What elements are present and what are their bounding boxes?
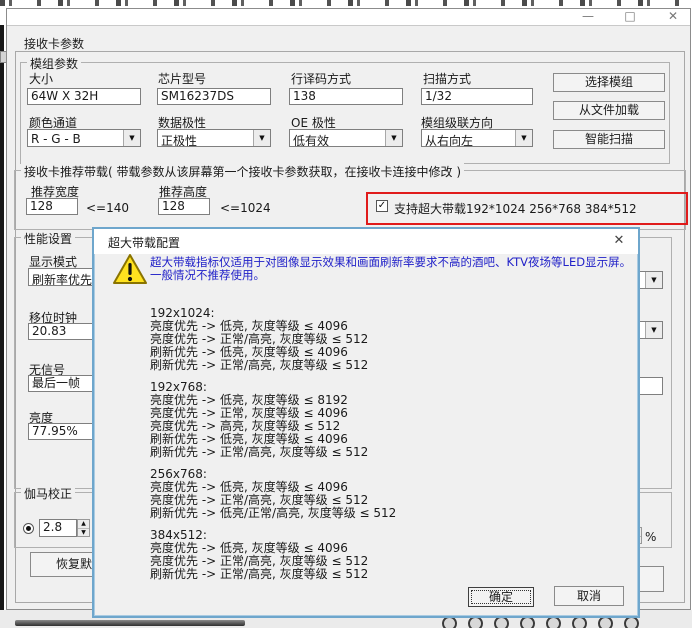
gamma-radio[interactable]	[23, 523, 34, 534]
cancel-button[interactable]: 取消	[554, 586, 624, 606]
size-field[interactable]: 64W X 32H	[27, 88, 141, 105]
no-signal-field[interactable]: 最后一帧	[28, 375, 94, 392]
scan-field[interactable]: 1/32	[421, 88, 533, 105]
scan-label: 扫描方式	[423, 70, 471, 87]
recommend-width-field[interactable]: 128	[26, 198, 78, 215]
spin-down-icon[interactable]: ▼	[78, 529, 89, 537]
chevron-down-icon[interactable]: ▼	[645, 322, 662, 338]
chip-label: 芯片型号	[158, 70, 206, 87]
performance-group-title: 性能设置	[21, 230, 75, 247]
dialog-titlebar: 超大带载配置 ✕	[94, 229, 638, 254]
gamma-group-title: 伽马校正	[21, 485, 75, 502]
data-polarity-combo[interactable]: 正极性 ▼	[157, 129, 271, 147]
row-decode-label: 行译码方式	[291, 70, 351, 87]
chevron-down-icon[interactable]: ▼	[253, 130, 270, 146]
recommend-height-limit: <=1024	[220, 201, 271, 215]
chevron-down-icon[interactable]: ▼	[645, 272, 662, 288]
chevron-down-icon[interactable]: ▼	[385, 130, 402, 146]
color-channel-value: R - G - B	[31, 132, 81, 146]
clipped-top-menu-strip	[0, 0, 692, 6]
chevron-down-icon[interactable]: ▼	[123, 130, 140, 146]
load-config-line: 刷新优先 -> 正常/高亮, 灰度等级 ≤ 512	[150, 568, 620, 581]
oe-polarity-combo[interactable]: 低有效 ▼	[289, 129, 403, 147]
cascade-combo[interactable]: 从右向左 ▼	[421, 129, 533, 147]
brightness-field[interactable]: 77.95%	[28, 423, 94, 440]
recommend-height-field[interactable]: 128	[158, 198, 210, 215]
dialog-title: 超大带载配置	[108, 234, 180, 251]
left-edge-bar	[0, 25, 4, 615]
color-channel-combo[interactable]: R - G - B ▼	[27, 129, 141, 147]
gamma-spinner[interactable]: ▲ ▼	[77, 519, 90, 537]
load-config-sections: 192x1024:亮度优先 -> 低亮, 灰度等级 ≤ 4096亮度优先 -> …	[150, 307, 620, 581]
load-config-line: 刷新优先 -> 正常/高亮, 灰度等级 ≤ 512	[150, 446, 620, 459]
clipped-bottom-smear	[15, 620, 245, 626]
chip-field[interactable]: SM16237DS	[157, 88, 271, 105]
close-icon[interactable]: ✕	[658, 9, 688, 25]
select-module-button[interactable]: 选择模组	[553, 73, 665, 92]
module-params-group: 模组参数 大小 芯片型号 行译码方式 扫描方式 64W X 32H SM1623…	[20, 62, 670, 164]
page-title: 接收卡参数	[24, 35, 84, 52]
display-mode-value: 刷新率优先	[32, 271, 92, 286]
data-polarity-value: 正极性	[161, 132, 197, 147]
oe-polarity-value: 低有效	[293, 132, 329, 147]
recommend-load-group-title: 接收卡推荐带载( 带载参数从该屏幕第一个接收卡参数获取，在接收卡连接中修改 )	[21, 163, 464, 180]
screen: — □ ✕ 接收卡参数 模组参数 大小 芯片型号 行译码方式 扫描方式 64W …	[0, 0, 692, 628]
chevron-down-icon[interactable]: ▼	[515, 130, 532, 146]
recommend-width-limit: <=140	[86, 201, 129, 215]
shift-clock-field[interactable]: 20.83	[28, 323, 94, 340]
load-config-line: 刷新优先 -> 正常/高亮, 灰度等级 ≤ 512	[150, 359, 620, 372]
load-from-file-button[interactable]: 从文件加载	[553, 101, 665, 120]
super-load-checkbox[interactable]: ✓	[376, 200, 388, 212]
spin-up-icon[interactable]: ▲	[78, 520, 89, 529]
super-load-label: 支持超大带载192*1024 256*768 384*512	[394, 200, 637, 217]
percent-suffix: %	[645, 530, 656, 544]
cascade-value: 从右向左	[425, 132, 473, 147]
load-config-line: 刷新优先 -> 低亮/正常/高亮, 灰度等级 ≤ 512	[150, 507, 620, 520]
dialog-close-icon[interactable]: ✕	[608, 232, 630, 250]
super-load-config-dialog: 超大带载配置 ✕ 超大带载指标仅适用于对图像显示效果和画面刷新率要求不高的酒吧、…	[92, 227, 640, 618]
window-titlebar: — □ ✕	[7, 9, 690, 26]
warning-triangle-icon	[112, 253, 148, 286]
smart-scan-button[interactable]: 智能扫描	[553, 130, 665, 149]
gamma-value-field[interactable]: 2.8	[39, 519, 77, 537]
minimize-icon[interactable]: —	[573, 9, 603, 25]
ok-button[interactable]: 确定	[468, 587, 534, 607]
maximize-icon[interactable]: □	[615, 9, 645, 25]
warning-line-2: 一般情况不推荐使用。	[150, 269, 265, 282]
row-decode-field[interactable]: 138	[289, 88, 403, 105]
size-label: 大小	[29, 70, 53, 87]
